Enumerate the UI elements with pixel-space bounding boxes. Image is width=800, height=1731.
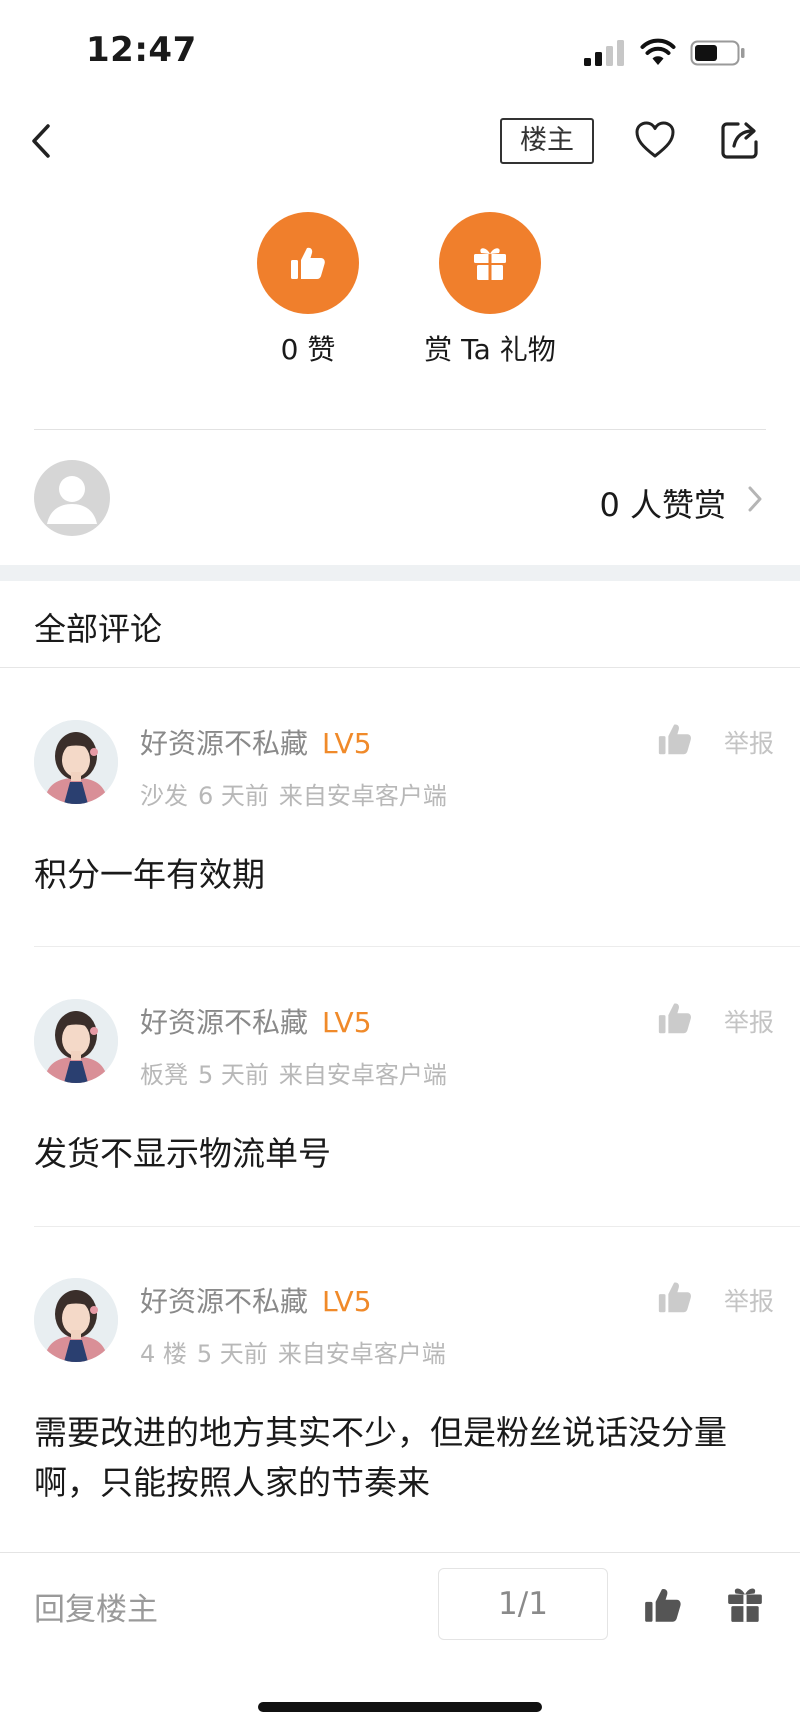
comment-like-icon[interactable] bbox=[656, 1278, 694, 1316]
gift-icon[interactable] bbox=[726, 1584, 764, 1624]
comment-username[interactable]: 好资源不私藏 LV5 bbox=[140, 1280, 372, 1320]
comments-header: 全部评论 bbox=[34, 610, 163, 648]
comment-text: 积分一年有效期 bbox=[34, 855, 265, 894]
comment-meta: 4 楼 5 天前 来自安卓客户端 bbox=[140, 1334, 456, 1369]
gift-label: 赏 Ta 礼物 bbox=[424, 333, 556, 366]
owner-only-button[interactable]: 楼主 bbox=[500, 118, 594, 164]
gift-icon bbox=[474, 248, 506, 280]
wifi-icon bbox=[640, 38, 676, 65]
appreciators-count: 0 人赞赏 bbox=[599, 486, 726, 524]
floor-label: 4 楼 bbox=[140, 1340, 187, 1368]
comment-source: 来自安卓客户端 bbox=[278, 782, 447, 810]
back-icon[interactable] bbox=[26, 118, 60, 164]
user-level-badge: LV5 bbox=[322, 727, 372, 760]
username-text[interactable]: 好资源不私藏 bbox=[140, 1285, 308, 1318]
comment-time: 5 天前 bbox=[198, 1061, 269, 1089]
like-action[interactable]: 0 赞 bbox=[228, 212, 388, 368]
status-bar: 12:47 bbox=[0, 0, 800, 100]
avatar[interactable] bbox=[34, 999, 118, 1083]
floor-label: 沙发 bbox=[140, 782, 188, 810]
comment-source: 来自安卓客户端 bbox=[278, 1061, 447, 1089]
home-indicator[interactable] bbox=[258, 1702, 542, 1712]
thumbs-up-icon[interactable] bbox=[642, 1584, 684, 1626]
username-text[interactable]: 好资源不私藏 bbox=[140, 1006, 308, 1039]
section-gap bbox=[0, 565, 800, 581]
user-level-badge: LV5 bbox=[322, 1285, 372, 1318]
share-icon[interactable] bbox=[718, 118, 762, 162]
like-circle-button[interactable] bbox=[257, 212, 359, 314]
divider bbox=[0, 1552, 800, 1553]
page-selector[interactable]: 1/1 bbox=[438, 1568, 608, 1640]
floor-label: 板凳 bbox=[140, 1061, 188, 1089]
report-button[interactable]: 举报 bbox=[724, 1003, 774, 1039]
comment-source: 来自安卓客户端 bbox=[277, 1340, 446, 1368]
comment-time: 6 天前 bbox=[198, 782, 269, 810]
comment-meta: 板凳 5 天前 来自安卓客户端 bbox=[140, 1055, 457, 1090]
comment-like-icon[interactable] bbox=[656, 720, 694, 758]
appreciators-row[interactable]: 0 人赞赏 bbox=[0, 460, 800, 540]
comment-text: 需要改进的地方其实不少，但是粉丝说话没分量啊，只能按照人家的节奏来 bbox=[34, 1413, 727, 1502]
battery-icon bbox=[690, 40, 745, 66]
report-button[interactable]: 举报 bbox=[724, 1282, 774, 1318]
default-avatar-icon bbox=[34, 460, 110, 536]
thumbs-up-icon bbox=[291, 247, 325, 279]
signal-icon bbox=[584, 40, 624, 66]
heart-icon[interactable] bbox=[634, 120, 676, 160]
divider bbox=[34, 429, 766, 430]
nav-bar: 楼主 bbox=[0, 108, 800, 174]
comment-time: 5 天前 bbox=[196, 1340, 268, 1368]
divider bbox=[34, 946, 800, 947]
comment-username[interactable]: 好资源不私藏 LV5 bbox=[140, 1001, 372, 1041]
divider bbox=[0, 667, 800, 668]
report-button[interactable]: 举报 bbox=[724, 724, 774, 760]
username-text[interactable]: 好资源不私藏 bbox=[140, 727, 308, 760]
avatar[interactable] bbox=[34, 1278, 118, 1362]
reply-input[interactable]: 回复楼主 bbox=[34, 1584, 158, 1629]
status-time: 12:47 bbox=[86, 30, 197, 70]
user-level-badge: LV5 bbox=[322, 1006, 372, 1039]
avatar[interactable] bbox=[34, 720, 118, 804]
like-count-label: 0 赞 bbox=[280, 333, 336, 366]
comment-like-icon[interactable] bbox=[656, 999, 694, 1037]
comment-username[interactable]: 好资源不私藏 LV5 bbox=[140, 722, 372, 762]
divider bbox=[34, 1226, 800, 1227]
gift-action[interactable]: 赏 Ta 礼物 bbox=[410, 212, 570, 368]
chevron-right-icon bbox=[748, 486, 762, 512]
comment-meta: 沙发 6 天前 来自安卓客户端 bbox=[140, 776, 457, 811]
comment-text: 发货不显示物流单号 bbox=[34, 1134, 331, 1173]
gift-circle-button[interactable] bbox=[439, 212, 541, 314]
